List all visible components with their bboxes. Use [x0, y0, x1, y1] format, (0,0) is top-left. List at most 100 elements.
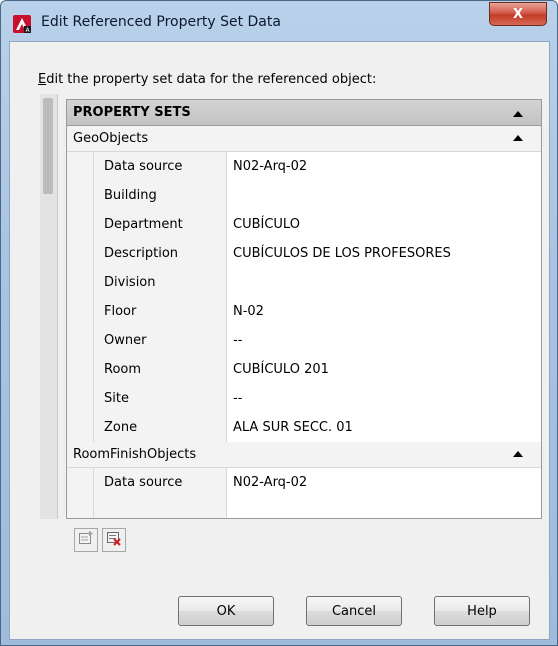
property-value-cell[interactable]: CUBÍCULO 201: [227, 355, 541, 384]
property-value: CUBÍCULOS DE LOS PROFESORES: [233, 246, 451, 261]
add-property-set-button[interactable]: [74, 528, 98, 552]
title-bar[interactable]: A Edit Referenced Property Set Data X: [1, 1, 557, 41]
property-row-department: Department CUBÍCULO: [67, 210, 541, 239]
property-row-room: Room CUBÍCULO 201: [67, 355, 541, 384]
property-row-floor: Floor N-02: [67, 297, 541, 326]
row-indent: [67, 297, 93, 326]
instruction-label: Edit the property set data for the refer…: [38, 72, 376, 87]
property-name-cell: Description: [93, 239, 227, 268]
group-roomfinishobjects[interactable]: RoomFinishObjects: [67, 442, 541, 468]
row-indent: [67, 326, 93, 355]
collapse-icon[interactable]: [513, 451, 523, 457]
property-name: Room: [104, 362, 142, 377]
property-value: N02-Arq-02: [233, 159, 308, 174]
row-indent: [67, 210, 93, 239]
property-name: Data source: [104, 475, 183, 490]
property-name: Data source: [104, 159, 183, 174]
row-indent: [67, 468, 93, 497]
property-row-data-source: Data source N02-Arq-02: [67, 152, 541, 181]
property-value-cell[interactable]: [227, 181, 541, 210]
group-geoobjects[interactable]: GeoObjects: [67, 126, 541, 152]
property-name: Zone: [104, 420, 138, 435]
property-name: Division: [104, 275, 156, 290]
property-name-cell: Data source: [93, 468, 227, 497]
property-row-building: Building: [67, 181, 541, 210]
property-name: Building: [104, 188, 157, 203]
row-indent: [67, 152, 93, 181]
property-row-zone: Zone ALA SUR SECC. 01: [67, 413, 541, 442]
ok-label: OK: [216, 603, 236, 619]
property-row-partial: [67, 497, 541, 518]
close-icon: X: [512, 6, 524, 22]
property-value: --: [233, 333, 243, 348]
property-row-site: Site --: [67, 384, 541, 413]
property-value-cell[interactable]: N02-Arq-02: [227, 152, 541, 181]
close-button[interactable]: X: [489, 2, 547, 26]
property-name-cell: Room: [93, 355, 227, 384]
window-title: Edit Referenced Property Set Data: [41, 14, 281, 30]
autocad-app-icon: A: [13, 15, 31, 34]
property-name-cell: Owner: [93, 326, 227, 355]
row-indent: [67, 384, 93, 413]
property-value: --: [233, 391, 243, 406]
cancel-label: Cancel: [331, 603, 377, 619]
property-name: Department: [104, 217, 183, 232]
property-name-cell: Floor: [93, 297, 227, 326]
property-row-description: Description CUBÍCULOS DE LOS PROFESORES: [67, 239, 541, 268]
property-name: Site: [104, 391, 129, 406]
property-name-cell: Data source: [93, 152, 227, 181]
help-button[interactable]: Help: [434, 596, 530, 626]
cancel-button[interactable]: Cancel: [306, 596, 402, 626]
property-value-cell[interactable]: --: [227, 326, 541, 355]
property-sets-title: PROPERTY SETS: [73, 105, 191, 120]
help-label: Help: [467, 603, 497, 619]
group-label: RoomFinishObjects: [73, 447, 197, 462]
row-indent: [67, 355, 93, 384]
property-value-cell[interactable]: CUBÍCULOS DE LOS PROFESORES: [227, 239, 541, 268]
property-value-cell[interactable]: CUBÍCULO: [227, 210, 541, 239]
add-property-set-icon: [78, 530, 94, 550]
property-name-cell: Site: [93, 384, 227, 413]
property-name: Description: [104, 246, 179, 261]
property-name: Owner: [104, 333, 147, 348]
property-value: CUBÍCULO 201: [233, 362, 329, 377]
property-value-cell[interactable]: --: [227, 384, 541, 413]
property-value-cell[interactable]: [227, 497, 541, 518]
remove-property-set-icon: [106, 530, 122, 550]
property-name-cell: Building: [93, 181, 227, 210]
dialog-window: A Edit Referenced Property Set Data X Ed…: [0, 0, 558, 646]
property-value: N02-Arq-02: [233, 475, 308, 490]
property-row-owner: Owner --: [67, 326, 541, 355]
property-value: N-02: [233, 304, 264, 319]
row-indent: [67, 413, 93, 442]
property-value-cell[interactable]: ALA SUR SECC. 01: [227, 413, 541, 442]
collapse-icon[interactable]: [513, 111, 523, 117]
property-value-cell[interactable]: [227, 268, 541, 297]
row-indent: [67, 239, 93, 268]
property-value-cell[interactable]: N-02: [227, 297, 541, 326]
property-name: Floor: [104, 304, 137, 319]
row-indent: [67, 497, 93, 518]
property-name-cell: Department: [93, 210, 227, 239]
collapse-icon[interactable]: [513, 135, 523, 141]
ok-button[interactable]: OK: [178, 596, 274, 626]
property-row-data-source: Data source N02-Arq-02: [67, 468, 541, 497]
property-sets-header[interactable]: PROPERTY SETS: [67, 100, 541, 126]
instruction-text: dit the property set data for the refere…: [46, 72, 377, 87]
dialog-client-area: Edit the property set data for the refer…: [9, 41, 550, 640]
property-grid: PROPERTY SETS GeoObjects Data source N02…: [66, 99, 542, 519]
row-indent: [67, 181, 93, 210]
remove-property-set-button[interactable]: [102, 528, 126, 552]
property-name-cell: Division: [93, 268, 227, 297]
property-value: CUBÍCULO: [233, 217, 300, 232]
instruction-mnemonic: E: [38, 72, 47, 87]
group-label: GeoObjects: [73, 131, 149, 146]
property-value: ALA SUR SECC. 01: [233, 420, 353, 435]
property-value-cell[interactable]: N02-Arq-02: [227, 468, 541, 497]
scroll-thumb[interactable]: [43, 98, 53, 194]
left-scroll-strip[interactable]: [40, 94, 58, 519]
property-name-cell: [93, 497, 227, 518]
property-name-cell: Zone: [93, 413, 227, 442]
property-row-division: Division: [67, 268, 541, 297]
row-indent: [67, 268, 93, 297]
